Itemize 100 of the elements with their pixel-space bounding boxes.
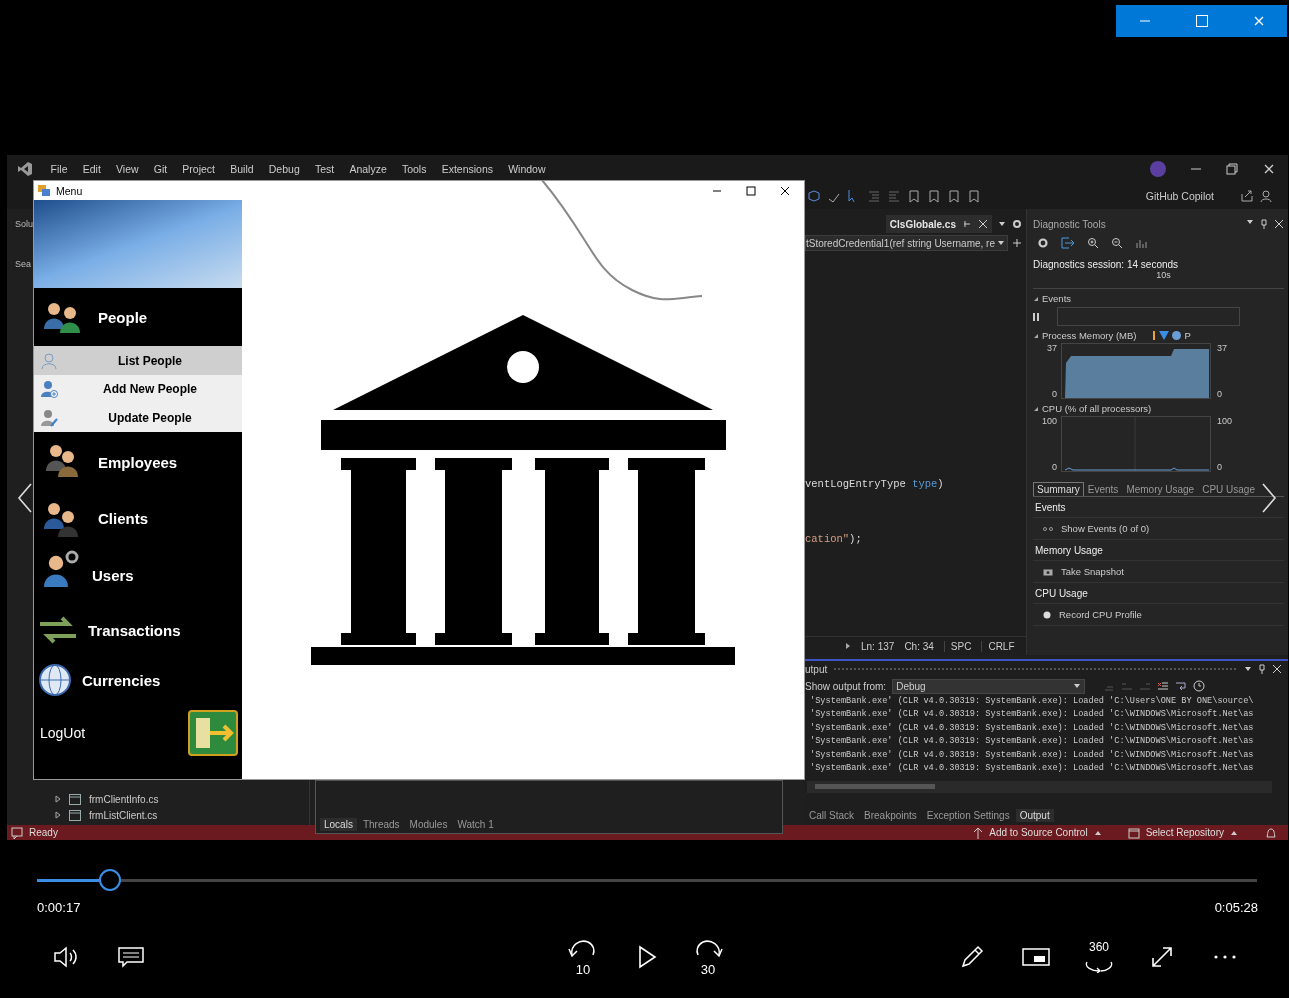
panel-tab[interactable]: Threads: [358, 817, 404, 831]
gear-icon[interactable]: [1012, 219, 1022, 229]
action-link[interactable]: Show Events (0 of 0): [1061, 523, 1150, 534]
draw-icon[interactable]: [959, 944, 985, 970]
menu-item[interactable]: Update People: [34, 403, 242, 432]
menu-item[interactable]: View: [108, 162, 147, 175]
word-wrap-icon[interactable]: [1175, 680, 1188, 692]
copilot-button[interactable]: GitHub Copilot: [1145, 189, 1214, 202]
status-field[interactable]: Ln: 137: [861, 640, 895, 652]
diagnostics-tab[interactable]: Summary: [1033, 482, 1084, 496]
menu-item[interactable]: Git: [146, 162, 175, 175]
dropdown-arrow-icon[interactable]: [998, 221, 1006, 227]
fullscreen-icon[interactable]: [1150, 945, 1174, 969]
seek-thumb[interactable]: [99, 869, 122, 891]
pin-icon[interactable]: [962, 219, 972, 229]
menu-item[interactable]: Edit: [75, 162, 109, 175]
bell-icon[interactable]: [1264, 825, 1278, 840]
collapse-triangle-icon[interactable]: [1033, 332, 1039, 339]
captions-icon[interactable]: [117, 945, 145, 969]
close-icon[interactable]: [780, 185, 790, 196]
menu-item[interactable]: Clients: [34, 492, 242, 545]
pin-icon[interactable]: [1258, 664, 1266, 674]
menu-item[interactable]: Add New People: [34, 375, 242, 403]
member-dropdown[interactable]: tStoredCredential1(ref string Username, re: [805, 235, 1008, 251]
forward-icon[interactable]: [693, 937, 723, 959]
diagnostics-tab[interactable]: Events: [1083, 482, 1123, 496]
menu-item[interactable]: Extensions: [434, 162, 501, 175]
collapse-triangle-icon[interactable]: [1033, 295, 1039, 302]
export-icon[interactable]: [1061, 237, 1075, 249]
chevron-right-icon[interactable]: [1261, 483, 1277, 513]
file-name[interactable]: frmListClient.cs: [89, 809, 158, 821]
diagnostics-tab[interactable]: CPU Usage: [1198, 482, 1259, 496]
feedback-icon[interactable]: [1260, 188, 1274, 203]
bookmark-icon[interactable]: [947, 188, 961, 203]
clock-icon[interactable]: [1193, 680, 1206, 692]
bookmark-icon[interactable]: [907, 188, 921, 203]
collapse-triangle-icon[interactable]: [1033, 405, 1039, 412]
zoom-out-icon[interactable]: [1111, 237, 1123, 249]
panel-tab[interactable]: Output: [1015, 808, 1054, 822]
menu-item[interactable]: Employees: [34, 432, 242, 492]
menu-item[interactable]: LogUot: [34, 705, 242, 760]
bar-chart-icon[interactable]: [1135, 237, 1147, 249]
menu-item[interactable]: List People: [34, 346, 242, 375]
globe-icon[interactable]: [38, 663, 72, 697]
menu-item[interactable]: People: [34, 288, 242, 346]
panel-title[interactable]: Solu: [15, 219, 33, 229]
split-icon[interactable]: [1012, 238, 1022, 248]
view-360-icon[interactable]: [1084, 959, 1114, 973]
panel-tab[interactable]: Breakpoints: [860, 808, 921, 822]
share-icon[interactable]: [1240, 188, 1254, 203]
output-source-dropdown[interactable]: Debug: [892, 678, 1086, 694]
clear-all-icon[interactable]: [1157, 680, 1170, 692]
chevron-left-icon[interactable]: [17, 483, 33, 513]
rewind-button[interactable]: 10: [561, 937, 605, 977]
pause-icon[interactable]: [1033, 312, 1041, 321]
menu-item[interactable]: Debug: [261, 162, 308, 175]
menu-item[interactable]: Users: [34, 545, 242, 605]
status-field[interactable]: SPC: [943, 640, 972, 652]
restore-icon[interactable]: [1226, 162, 1238, 175]
menu-item[interactable]: Currencies: [34, 655, 242, 705]
panel-tab[interactable]: Exception Settings: [922, 808, 1014, 822]
panel-tab[interactable]: Call Stack: [805, 808, 858, 822]
exchange-arrows-icon[interactable]: [38, 615, 78, 645]
dropdown-arrow-icon[interactable]: [1244, 666, 1252, 672]
scrollbar-thumb[interactable]: [815, 784, 935, 789]
menu-item[interactable]: Project: [174, 162, 223, 175]
action-link[interactable]: Record CPU Profile: [1059, 609, 1142, 620]
forward-button[interactable]: 30: [686, 937, 730, 977]
pin-icon[interactable]: [1260, 219, 1268, 229]
menu-item[interactable]: Test: [307, 162, 342, 175]
dropdown-arrow-icon[interactable]: [1246, 219, 1254, 225]
bookmark-icon[interactable]: [967, 188, 981, 203]
search-field[interactable]: Sea: [15, 259, 31, 269]
right-arrow-icon[interactable]: [845, 642, 851, 650]
bookmark-icon[interactable]: [927, 188, 941, 203]
repository-icon[interactable]: [1127, 826, 1140, 839]
status-field[interactable]: Ch: 34: [904, 640, 934, 652]
more-icon[interactable]: [1213, 954, 1237, 960]
source-control-button[interactable]: Add to Source Control: [989, 827, 1088, 838]
panel-tab[interactable]: Watch 1: [453, 817, 498, 831]
panel-tab[interactable]: Locals: [320, 817, 357, 831]
gear-icon[interactable]: [1037, 237, 1049, 249]
menu-item[interactable]: Build: [222, 162, 262, 175]
upload-arrow-icon[interactable]: [973, 826, 984, 839]
menu-item[interactable]: Transactions: [34, 605, 242, 655]
zoom-in-icon[interactable]: [1087, 237, 1099, 249]
play-icon[interactable]: [637, 945, 657, 969]
status-field[interactable]: CRLF: [981, 640, 1015, 652]
exit-door-icon[interactable]: [188, 709, 238, 756]
repository-button[interactable]: Select Repository: [1145, 827, 1224, 838]
menu-item[interactable]: Tools: [394, 162, 435, 175]
view-360-button[interactable]: 360: [1077, 937, 1121, 977]
file-name[interactable]: frmClientInfo.cs: [89, 793, 159, 805]
person-add-icon[interactable]: [40, 380, 58, 398]
menu-item[interactable]: Window: [500, 162, 554, 175]
caret-icon[interactable]: [1230, 829, 1238, 836]
person-edit-icon[interactable]: [40, 408, 58, 427]
menu-item[interactable]: Analyze: [341, 162, 395, 175]
mini-view-icon[interactable]: [1022, 947, 1050, 967]
menu-item[interactable]: File: [43, 162, 76, 175]
